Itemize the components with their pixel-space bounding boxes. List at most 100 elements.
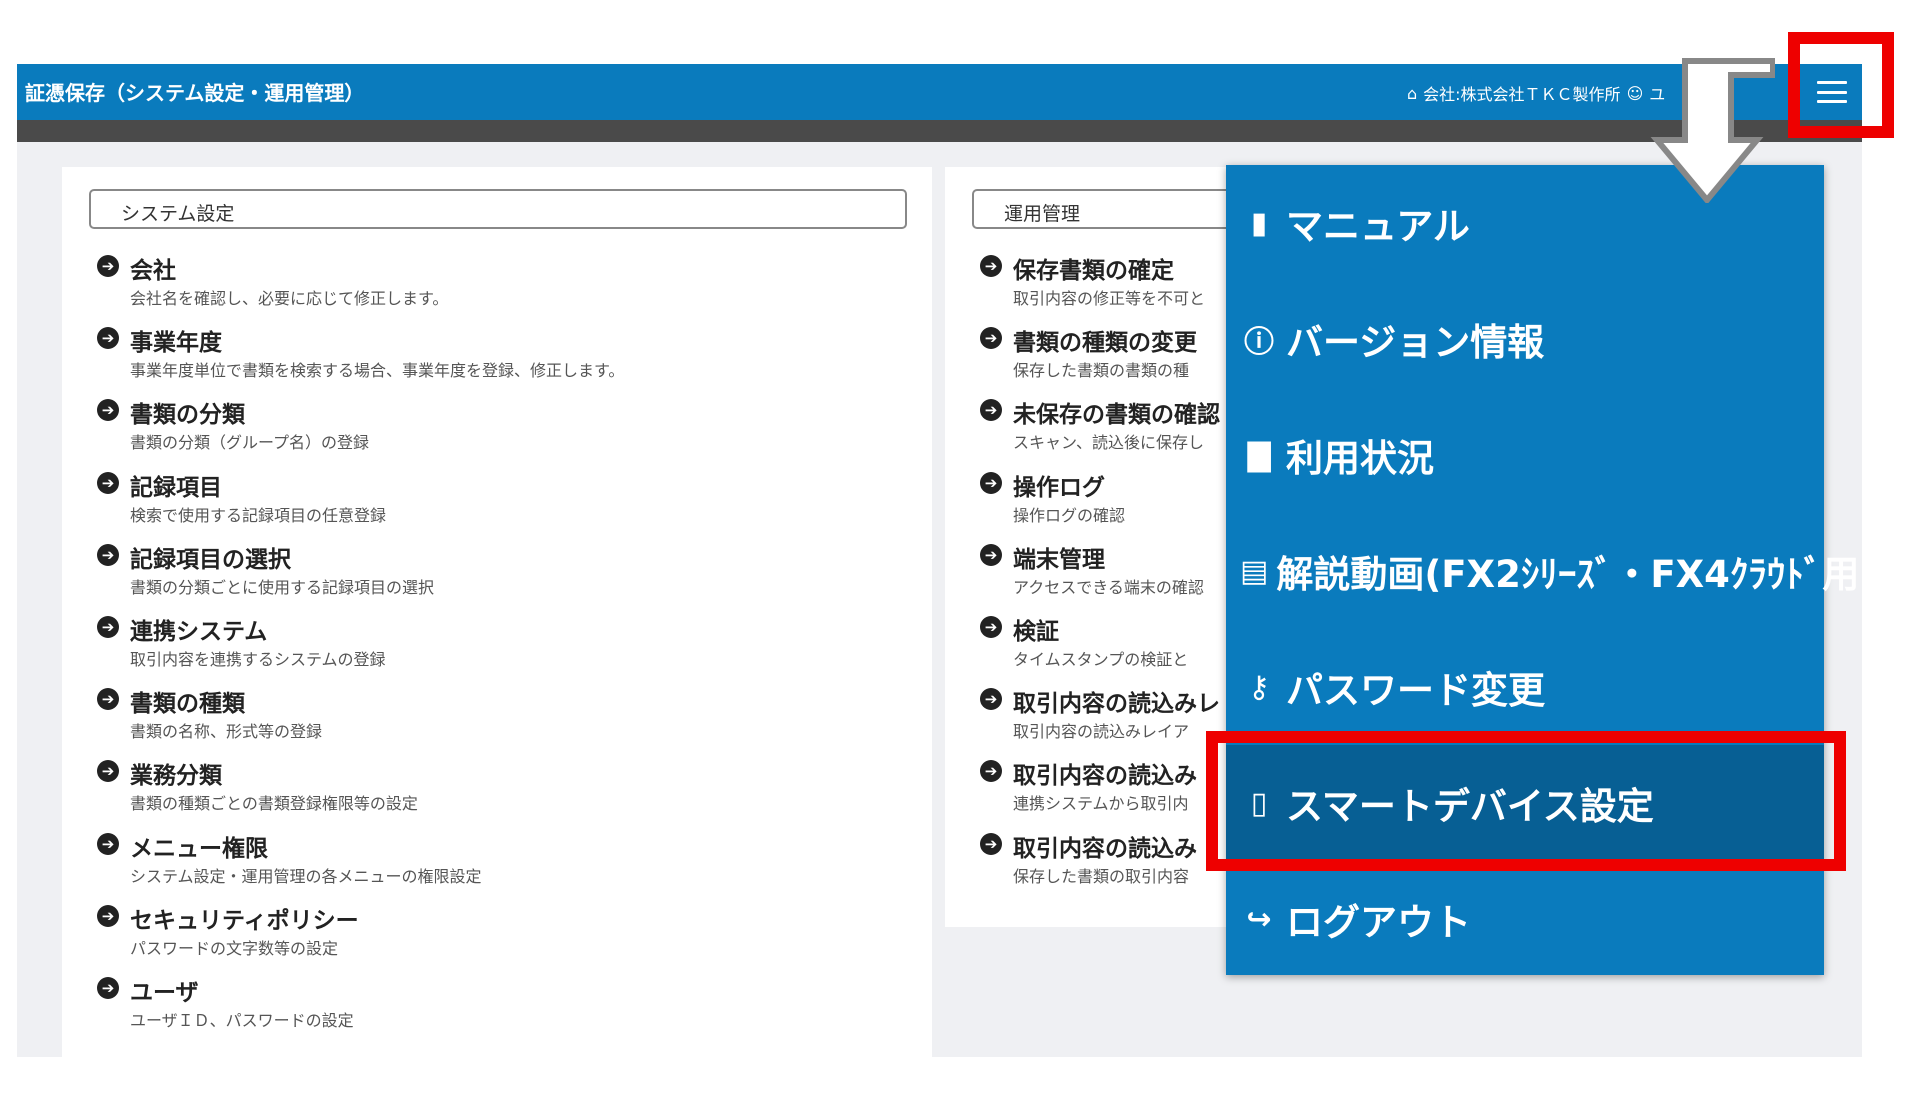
dropdown-item-film[interactable]: ▤ 解説動画(FX2ｼﾘｰｽﾞ・FX4ｸﾗｳﾄﾞ用) xyxy=(1226,513,1876,629)
dropdown-item-label: マニュアル xyxy=(1286,205,1470,248)
dropdown-item-label: 利用状況 xyxy=(1286,437,1434,480)
operation-item[interactable]: ➔ 書類の種類の変更保存した書類の書類の種 xyxy=(980,323,1230,395)
dropdown-item-bar-chart[interactable]: ▇ 利用状況 xyxy=(1226,397,1824,513)
menu-item-description: 操作ログの確認 xyxy=(1013,505,1126,525)
dropdown-item-label: 解説動画(FX2ｼﾘｰｽﾞ・FX4ｸﾗｳﾄﾞ用) xyxy=(1276,553,1877,596)
circle-arrow-right-icon: ➔ xyxy=(97,688,119,711)
circle-arrow-right-icon: ➔ xyxy=(97,399,119,422)
menu-item-description: 会社名を確認し、必要に応じて修正します。 xyxy=(130,289,449,308)
circle-arrow-right-icon: ➔ xyxy=(97,976,119,999)
circle-arrow-right-icon: ➔ xyxy=(97,327,119,350)
menu-item-description: 取引内容を連携するシステムの登録 xyxy=(130,649,386,669)
menu-item-description: システム設定・運用管理の各メニューの権限設定 xyxy=(130,866,482,886)
system-settings-panel: システム設定 ➔ 会社会社名を確認し、必要に応じて修正します。 ➔ 事業年度事業年度単… xyxy=(62,167,932,1057)
menu-item-title: 書類の種類 xyxy=(130,691,245,718)
system-settings-header: システム設定 xyxy=(89,189,907,229)
key-icon: ⚷ xyxy=(1248,669,1270,705)
circle-arrow-right-icon: ➔ xyxy=(97,615,119,638)
app-title: 証憑保存（システム設定・運用管理） xyxy=(25,81,365,105)
home-icon: ⌂ xyxy=(1407,83,1418,103)
dropdown-item-logout[interactable]: ↪ ログアウト xyxy=(1226,861,1824,977)
circle-arrow-right-icon: ➔ xyxy=(980,615,1002,638)
dropdown-item-label: スマートデバイス設定 xyxy=(1286,785,1654,828)
operation-item[interactable]: ➔ 未保存の書類の確認スキャン、読込後に保存し xyxy=(980,395,1230,467)
bar-chart-icon: ▇ xyxy=(1247,437,1271,473)
menu-item-description: 書類の種類ごとの書類登録権限等の設定 xyxy=(130,794,418,814)
menu-item-description: 事業年度単位で書類を検索する場合、事業年度を登録、修正します。 xyxy=(130,361,625,381)
circle-arrow-right-icon: ➔ xyxy=(980,760,1002,783)
menu-item-title: 未保存の書類の確認 xyxy=(1013,402,1220,429)
menu-item-title: 端末管理 xyxy=(1013,546,1105,573)
menu-item-title: ユーザ xyxy=(130,979,199,1006)
circle-arrow-right-icon: ➔ xyxy=(980,471,1002,494)
menu-item-title: 取引内容の読込み xyxy=(1013,763,1197,790)
menu-item-description: 書類の分類ごとに使用する記録項目の選択 xyxy=(130,577,435,597)
menu-item-description: 書類の名称、形式等の登録 xyxy=(130,722,323,742)
menu-item-title: 操作ログ xyxy=(1013,474,1105,501)
menu-item-description: パスワードの文字数等の設定 xyxy=(130,938,339,958)
circle-arrow-right-icon: ➔ xyxy=(97,760,119,783)
mobile-icon: ▯ xyxy=(1250,785,1268,821)
menu-item-title: 会社 xyxy=(130,258,176,284)
menu-item-title: 記録項目 xyxy=(130,474,222,501)
menu-item-title: メニュー権限 xyxy=(130,835,268,862)
dropdown-item-label: ログアウト xyxy=(1286,901,1471,944)
circle-arrow-right-icon: ➔ xyxy=(97,471,119,494)
menu-item-description: 連携システムから取引内 xyxy=(1013,794,1189,814)
menu-item-description: スキャン、読込後に保存し xyxy=(1013,433,1205,453)
film-icon: ▤ xyxy=(1240,553,1269,589)
menu-item-description: アクセスできる端末の確認 xyxy=(1013,577,1204,597)
circle-arrow-right-icon: ➔ xyxy=(980,255,1002,277)
user-dropdown-menu: ▮ マニュアル ⓘ バージョン情報 ▇ 利用状況 ▤ 解説動画(FX2ｼﾘｰｽﾞ・FX4ｸﾗｳ… xyxy=(1226,165,1876,977)
menu-item-description: タイムスタンプの検証と xyxy=(1013,649,1189,669)
menu-item-title: 事業年度 xyxy=(130,330,222,357)
menu-item-description: 検索で使用する記録項目の任意登録 xyxy=(130,505,387,525)
circle-arrow-right-icon: ➔ xyxy=(97,904,119,927)
operation-item[interactable]: ➔ 検証タイムスタンプの検証と xyxy=(980,612,1230,684)
menu-item-title: 保存書類の確定 xyxy=(1013,258,1174,284)
circle-arrow-right-icon: ➔ xyxy=(980,327,1002,350)
operation-item[interactable]: ➔ 取引内容の読込みレ取引内容の読込みレイア xyxy=(980,684,1230,756)
info-icon: ⓘ xyxy=(1244,325,1274,360)
menu-item-description: 保存した書類の取引内容 xyxy=(1013,866,1190,886)
menu-item-title: 業務分類 xyxy=(130,763,222,790)
menu-item-title: 記録項目の選択 xyxy=(130,546,291,573)
circle-arrow-right-icon: ➔ xyxy=(980,832,1002,855)
operation-item[interactable]: ➔ 保存書類の確定取引内容の修正等を不可と xyxy=(980,251,1230,323)
circle-arrow-right-icon: ➔ xyxy=(97,832,119,855)
circle-arrow-right-icon: ➔ xyxy=(97,255,119,277)
top-bar: 証憑保存（システム設定・運用管理） ⌂ 会社:株式会社ＴＫＣ製作所 ☺ ユ xyxy=(17,64,1862,120)
user-area: ⌂ 会社:株式会社ＴＫＣ製作所 ☺ ユ xyxy=(1407,81,1665,105)
menu-item-title: 検証 xyxy=(1013,618,1059,645)
dropdown-item-label: パスワード変更 xyxy=(1286,669,1545,712)
menu-item-title: 書類の種類の変更 xyxy=(1013,330,1197,357)
circle-arrow-right-icon: ➔ xyxy=(980,688,1002,711)
pointer-arrow-icon xyxy=(1650,58,1775,203)
circle-arrow-right-icon: ➔ xyxy=(97,543,119,566)
menu-item-description: 取引内容の修正等を不可と xyxy=(1013,289,1206,308)
logout-icon: ↪ xyxy=(1246,901,1272,937)
menu-item-title: 取引内容の読込みレ xyxy=(1013,691,1220,718)
dropdown-item-info[interactable]: ⓘ バージョン情報 xyxy=(1226,281,1824,397)
sub-header-bar xyxy=(17,120,1862,142)
dropdown-item-key[interactable]: ⚷ パスワード変更 xyxy=(1226,629,1824,745)
hamburger-menu-icon[interactable] xyxy=(1817,77,1847,107)
menu-item-description: 保存した書類の書類の種 xyxy=(1013,361,1190,381)
menu-item-title: セキュリティポリシー xyxy=(130,907,359,934)
menu-item-title: 連携システム xyxy=(130,618,268,645)
dropdown-item-mobile[interactable]: ▯ スマートデバイス設定 xyxy=(1226,745,1824,861)
user-icon[interactable]: ☺ xyxy=(1627,84,1644,103)
company-name: 会社:株式会社ＴＫＣ製作所 xyxy=(1423,85,1621,104)
operation-item[interactable]: ➔ 取引内容の読込み連携システムから取引内 xyxy=(980,756,1230,828)
circle-arrow-right-icon: ➔ xyxy=(980,399,1002,422)
menu-item-description: ユーザＩＤ、パスワードの設定 xyxy=(130,1010,354,1030)
menu-item-title: 取引内容の読込み xyxy=(1013,835,1197,862)
operation-management-list: ➔ 保存書類の確定取引内容の修正等を不可と ➔ 書類の種類の変更保存した書類の書類の種… xyxy=(980,251,1230,901)
menu-item-description: 取引内容の読込みレイア xyxy=(1013,722,1190,742)
menu-item-description: 書類の分類（グループ名）の登録 xyxy=(130,433,370,453)
circle-arrow-right-icon: ➔ xyxy=(980,543,1002,566)
book-icon: ▮ xyxy=(1250,205,1268,241)
operation-item[interactable]: ➔ 端末管理アクセスできる端末の確認 xyxy=(980,540,1230,612)
operation-item[interactable]: ➔ 取引内容の読込み保存した書類の取引内容 xyxy=(980,829,1230,901)
operation-item[interactable]: ➔ 操作ログ操作ログの確認 xyxy=(980,468,1230,540)
